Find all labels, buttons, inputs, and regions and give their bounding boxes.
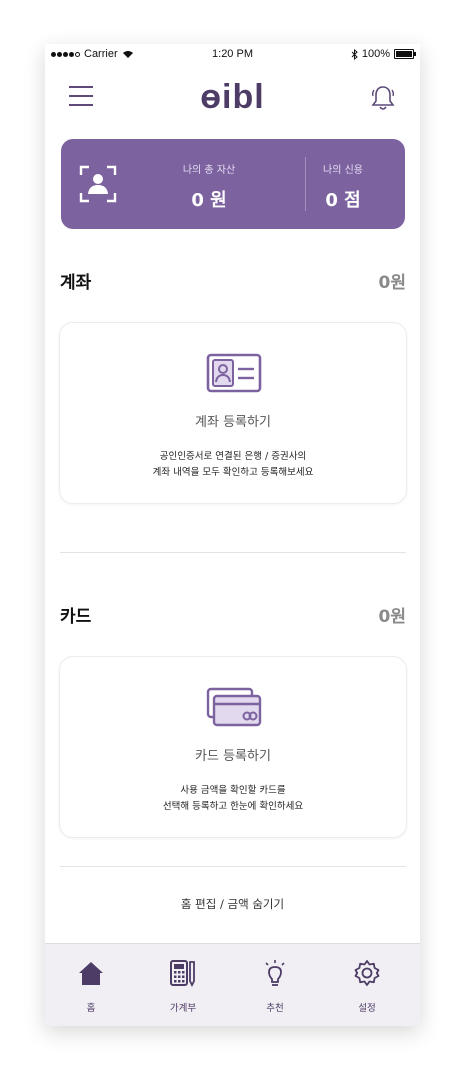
- top-nav: ɵibl: [45, 74, 420, 124]
- account-desc-line1: 공인인증서로 연결된 은행 / 증권사의: [159, 451, 307, 462]
- register-card-description: 사용 금액을 확인할 카드를 선택해 등록하고 한눈에 확인하세요: [60, 783, 406, 815]
- tab-budget[interactable]: 가계부: [153, 958, 213, 1014]
- total-assets: 나의 총 자산 0 원: [149, 161, 269, 212]
- tab-budget-label: 가계부: [169, 1003, 197, 1014]
- register-card-card[interactable]: 카드 등록하기 사용 금액을 확인할 카드를 선택해 등록하고 한눈에 확인하세…: [59, 656, 407, 838]
- battery-icon: [394, 49, 416, 59]
- bell-icon[interactable]: [370, 84, 396, 112]
- accounts-section-header: 계좌 0원: [60, 268, 406, 298]
- scan-profile-icon[interactable]: [79, 165, 117, 203]
- register-account-description: 공인인증서로 연결된 은행 / 증권사의 계좌 내역을 모두 확인하고 등록해보…: [60, 449, 406, 481]
- total-assets-value: 0 원: [191, 190, 227, 211]
- total-assets-label: 나의 총 자산: [182, 165, 236, 176]
- cards-title: 카드: [60, 607, 92, 627]
- tab-home-label: 홈: [86, 1003, 96, 1014]
- status-bar: Carrier 1:20 PM 100%: [45, 44, 420, 66]
- credit-score: 나의 신용 0 점: [283, 161, 403, 212]
- tab-recommend[interactable]: 추천: [245, 958, 305, 1014]
- tab-home[interactable]: 홈: [61, 958, 121, 1014]
- tab-settings[interactable]: 설정: [337, 958, 397, 1014]
- bottom-tab-bar: 홈 가계부 추천 설정: [45, 943, 420, 1026]
- id-card-icon: [206, 353, 262, 393]
- calculator-icon: [170, 960, 195, 988]
- section-divider: [60, 866, 406, 867]
- register-account-title: 계좌 등록하기: [195, 415, 271, 430]
- accounts-title: 계좌: [60, 273, 92, 293]
- register-account-card[interactable]: 계좌 등록하기 공인인증서로 연결된 은행 / 증권사의 계좌 내역을 모두 확…: [59, 322, 407, 504]
- cards-section-header: 카드 0원: [60, 602, 406, 632]
- home-icon: [79, 962, 103, 985]
- account-desc-line2: 계좌 내역을 모두 확인하고 등록해보세요: [152, 467, 314, 478]
- credit-value: 0 점: [325, 190, 361, 211]
- section-divider: [60, 552, 406, 553]
- battery-group: 100%: [351, 48, 416, 60]
- phone-screen: Carrier 1:20 PM 100% ɵibl 나의 총 자산 0 원 나의…: [45, 44, 420, 1026]
- register-card-title: 카드 등록하기: [195, 749, 271, 764]
- tab-settings-label: 설정: [358, 1003, 376, 1014]
- cards-amount: 0원: [378, 607, 406, 627]
- lightbulb-icon: [265, 960, 285, 986]
- battery-percent: 100%: [361, 48, 390, 60]
- credit-label: 나의 신용: [323, 165, 363, 176]
- credit-card-icon: [206, 687, 262, 727]
- tab-recommend-label: 추천: [266, 1003, 284, 1014]
- accounts-amount: 0원: [378, 273, 406, 293]
- edit-home-link[interactable]: 홈 편집 / 금액 숨기기: [45, 896, 420, 912]
- bluetooth-icon: [351, 48, 358, 60]
- gear-icon: [354, 960, 380, 986]
- asset-summary-card[interactable]: 나의 총 자산 0 원 나의 신용 0 점: [61, 139, 405, 229]
- app-logo: ɵibl: [200, 78, 265, 116]
- card-desc-line1: 사용 금액을 확인할 카드를: [180, 785, 286, 796]
- card-desc-line2: 선택해 등록하고 한눈에 확인하세요: [162, 801, 304, 812]
